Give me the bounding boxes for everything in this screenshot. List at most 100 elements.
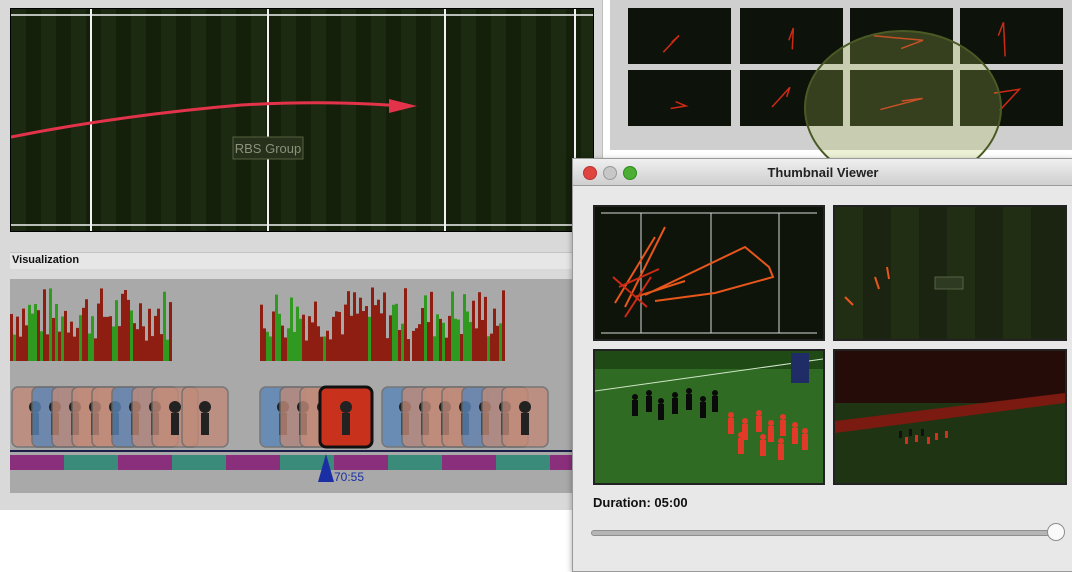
heat-bar — [49, 288, 52, 361]
heat-bar — [386, 338, 389, 361]
heat-bar — [40, 331, 43, 361]
heat-bar — [463, 294, 466, 361]
heat-bar — [421, 308, 424, 361]
heat-bar — [311, 322, 314, 361]
thumbnail-players-photo[interactable] — [593, 349, 825, 485]
heat-bar — [284, 337, 287, 361]
mini-view-svg — [670, 101, 689, 110]
possession-segment — [388, 455, 442, 470]
heat-bar — [70, 321, 73, 361]
heat-bar — [484, 296, 487, 361]
player-figure — [756, 410, 762, 416]
heat-bar — [266, 331, 269, 361]
heat-bar — [61, 316, 64, 361]
heat-bar — [314, 301, 317, 361]
player-figure — [672, 398, 678, 414]
heat-bar — [91, 316, 94, 361]
player-icon — [199, 401, 211, 413]
heat-bar — [287, 328, 290, 361]
mini-view-cell[interactable] — [628, 70, 731, 126]
thumbnail-stadium-photo[interactable] — [833, 349, 1067, 485]
heat-bar — [37, 310, 40, 361]
heat-bar — [445, 337, 448, 361]
heat-bar — [55, 304, 58, 361]
pitch-view[interactable]: RBS Group — [10, 8, 594, 232]
player-figure — [672, 392, 678, 398]
heat-bar — [475, 328, 478, 361]
heat-bar — [308, 316, 311, 361]
heat-bar — [281, 325, 284, 361]
mini-view-cell[interactable] — [628, 8, 731, 64]
heat-bar — [457, 319, 460, 361]
heat-bar — [302, 314, 305, 361]
playhead-time: 70:55 — [334, 470, 364, 484]
heat-bar — [407, 339, 410, 361]
player-figure — [646, 390, 652, 396]
heat-bar — [466, 311, 469, 361]
heat-bar — [424, 295, 427, 361]
heat-bar — [404, 288, 407, 361]
heat-bar — [31, 313, 34, 361]
heat-bar — [272, 311, 275, 361]
heat-bar — [395, 303, 398, 361]
heat-bar — [454, 318, 457, 361]
heat-bar — [377, 299, 380, 361]
heat-bar — [398, 329, 401, 361]
heat-bar — [332, 316, 335, 361]
heat-bar — [136, 329, 139, 361]
thumb-svg — [835, 207, 1065, 339]
heat-bar — [415, 328, 418, 361]
heat-bars — [10, 287, 505, 361]
heat-bar — [344, 304, 347, 361]
heat-bar — [151, 336, 154, 361]
heat-bar — [79, 315, 82, 361]
heat-bar — [499, 323, 502, 361]
heat-bar — [374, 305, 377, 361]
possession-segment — [172, 455, 226, 470]
heat-bar — [335, 311, 338, 361]
heat-bar — [439, 318, 442, 361]
window-titlebar[interactable]: Thumbnail Viewer — [573, 159, 1072, 186]
heat-bar — [401, 323, 404, 361]
heat-bar — [496, 325, 499, 361]
player-figure — [768, 420, 774, 426]
possession-segment — [496, 455, 550, 470]
heat-bar — [430, 291, 433, 361]
player-icon — [519, 401, 531, 413]
player-figure — [802, 434, 808, 450]
heat-bar — [85, 299, 88, 361]
heat-bar — [100, 288, 103, 361]
heat-bar — [58, 331, 61, 361]
visualization-timeline[interactable]: 70:55 — [10, 279, 602, 493]
thumbnail-trajectory[interactable] — [593, 205, 825, 341]
heat-bar — [427, 322, 430, 361]
player-figure — [728, 418, 734, 434]
thumbnail-field-scatter[interactable] — [833, 205, 1067, 341]
heat-bar — [22, 308, 25, 361]
heat-bar — [269, 336, 272, 361]
heat-bar — [148, 308, 151, 361]
duration-slider[interactable] — [591, 530, 1063, 536]
heat-bar — [296, 306, 299, 361]
heat-bar — [124, 290, 127, 361]
heat-bar — [469, 322, 472, 361]
player-figure — [712, 390, 718, 396]
heat-bar — [169, 302, 172, 361]
heat-bar — [166, 339, 169, 361]
heat-bar — [97, 303, 100, 361]
heat-bar — [320, 336, 323, 361]
heat-bar — [359, 297, 362, 361]
timeline-svg: 70:55 — [10, 287, 602, 484]
possession-segment — [10, 455, 64, 470]
player-figure — [686, 394, 692, 410]
heat-bar — [326, 330, 329, 361]
heat-bar — [28, 304, 31, 361]
heat-bar — [16, 316, 19, 361]
player-icon — [201, 413, 209, 435]
heat-bar — [73, 336, 76, 361]
slider-handle[interactable] — [1047, 523, 1065, 541]
heat-bar — [353, 292, 356, 361]
player-figure — [632, 394, 638, 400]
heat-bar — [139, 303, 142, 361]
heat-bar — [347, 291, 350, 361]
